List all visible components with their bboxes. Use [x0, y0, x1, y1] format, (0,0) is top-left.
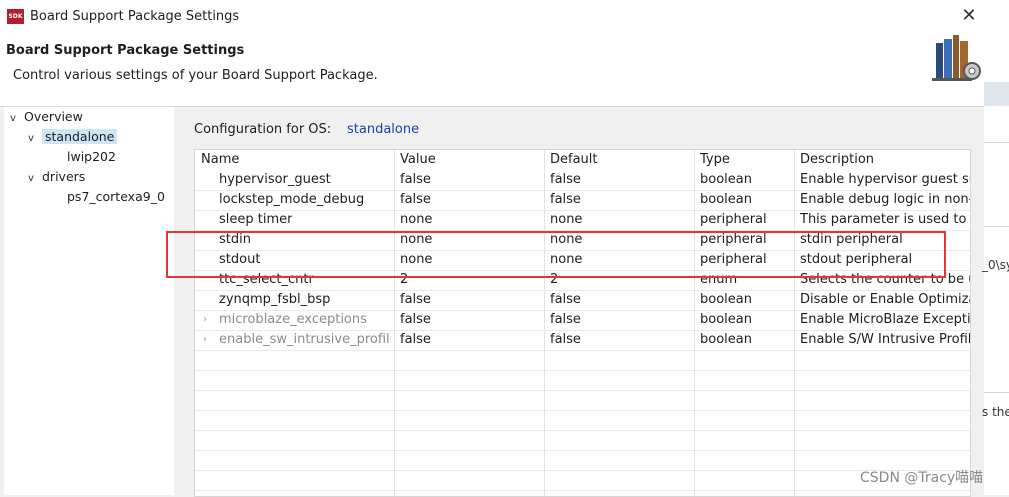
- tree-item-ps7-cortexa9-0[interactable]: ps7_cortexa9_0: [53, 187, 165, 207]
- window-title: Board Support Package Settings: [30, 9, 240, 24]
- dialog-header: Board Support Package Settings Control v…: [0, 33, 984, 107]
- os-config-label: Configuration for OS:: [194, 122, 332, 137]
- column-header-type[interactable]: Type: [700, 150, 730, 170]
- background-text: s the: [982, 405, 1009, 419]
- table-row[interactable]: zynqmp_fsbl_bsp false false boolean Disa…: [195, 290, 970, 311]
- empty-row: [195, 430, 970, 451]
- chevron-right-icon[interactable]: ›: [203, 330, 207, 350]
- header-subtitle: Control various settings of your Board S…: [13, 68, 378, 83]
- table-row[interactable]: stdout none none peripheral stdout perip…: [195, 250, 970, 271]
- chevron-down-icon[interactable]: v: [28, 129, 42, 149]
- close-icon[interactable]: ✕: [958, 5, 980, 27]
- empty-row: [195, 370, 970, 391]
- sdk-app-icon: SDK: [7, 9, 24, 24]
- empty-row: [195, 450, 970, 471]
- os-config-value: standalone: [347, 122, 420, 137]
- tree-item-standalone[interactable]: v standalone: [28, 127, 118, 149]
- library-books-icon: [932, 35, 981, 81]
- empty-row: [195, 470, 970, 491]
- title-bar: SDK Board Support Package Settings ✕: [0, 0, 984, 33]
- column-header-default[interactable]: Default: [550, 150, 598, 170]
- header-title: Board Support Package Settings: [6, 43, 245, 58]
- background-toolbar: [984, 82, 1009, 106]
- table-row[interactable]: sleep timer none none peripheral This pa…: [195, 210, 970, 231]
- chevron-down-icon[interactable]: v: [10, 109, 24, 129]
- table-row[interactable]: › microblaze_exceptions false false bool…: [195, 310, 970, 331]
- tree-item-overview[interactable]: v Overview: [10, 107, 83, 127]
- table-row[interactable]: hypervisor_guest false false boolean Ena…: [195, 170, 970, 191]
- chevron-down-icon[interactable]: v: [28, 169, 42, 189]
- settings-tree: v Overview v standalone lwip202 v drivers p…: [4, 107, 174, 495]
- content-panel: Configuration for OS: standalone Name Va…: [176, 107, 984, 497]
- table-row[interactable]: › enable_sw_intrusive_profiling false fa…: [195, 330, 970, 351]
- chevron-right-icon[interactable]: ›: [203, 310, 207, 330]
- tree-item-lwip202[interactable]: lwip202: [53, 147, 116, 167]
- column-header-name[interactable]: Name: [201, 150, 239, 170]
- settings-table: Name Value Default Type Description hype…: [194, 149, 971, 497]
- column-header-value[interactable]: Value: [400, 150, 436, 170]
- empty-row: [195, 350, 970, 371]
- background-window: _0\sy s the: [982, 0, 1009, 495]
- background-text: _0\sy: [982, 258, 1009, 272]
- empty-row: [195, 390, 970, 411]
- empty-row: [195, 410, 970, 431]
- watermark: CSDN @Tracy喵喵: [860, 470, 984, 486]
- table-row[interactable]: stdin none none peripheral stdin periphe…: [195, 230, 970, 251]
- table-row[interactable]: lockstep_mode_debug false false boolean …: [195, 190, 970, 211]
- table-row[interactable]: ttc_select_cntr 2 2 enum Selects the cou…: [195, 270, 970, 291]
- tree-item-drivers[interactable]: v drivers: [28, 167, 85, 187]
- column-header-description[interactable]: Description: [800, 150, 874, 170]
- bsp-settings-dialog: SDK Board Support Package Settings ✕ Boa…: [0, 0, 984, 497]
